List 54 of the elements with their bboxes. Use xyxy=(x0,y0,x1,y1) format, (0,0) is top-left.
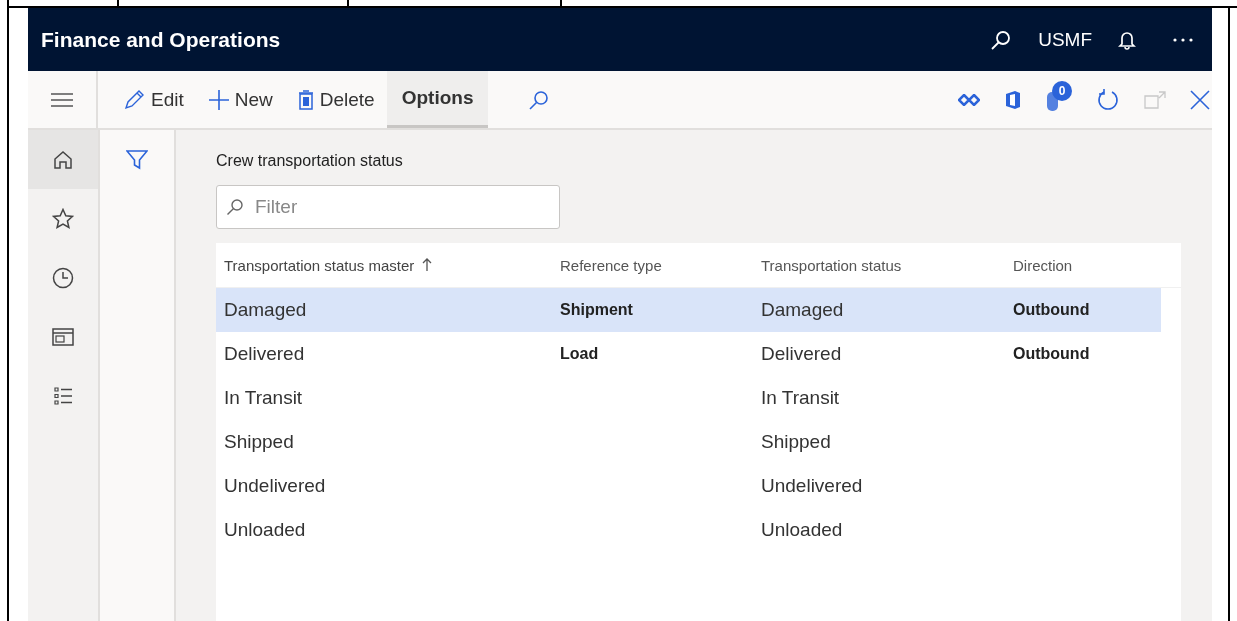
table-row[interactable]: Shipped Shipped xyxy=(216,420,1161,464)
table-row[interactable]: Delivered Load Delivered Outbound xyxy=(216,332,1161,376)
table-cell: In Transit xyxy=(224,387,303,409)
close-icon[interactable] xyxy=(1190,89,1210,110)
table-cell: Damaged xyxy=(224,299,307,321)
table-cell: Outbound xyxy=(1013,345,1090,363)
clock-icon xyxy=(52,266,74,289)
nav-item[interactable] xyxy=(28,130,98,189)
toolbar-button[interactable]: New xyxy=(195,71,285,128)
workspace-icon xyxy=(52,327,74,346)
link-icon[interactable] xyxy=(958,93,980,106)
page-title: Crew transportation status xyxy=(216,152,403,170)
table-cell: Outbound xyxy=(1013,301,1090,319)
table-cell: In Transit xyxy=(761,387,840,409)
app-title[interactable]: Finance and Operations xyxy=(28,27,973,52)
table-row[interactable]: In Transit In Transit xyxy=(216,376,1161,420)
star-icon xyxy=(52,207,74,230)
filter-icon[interactable] xyxy=(126,150,148,170)
table-cell: Delivered xyxy=(224,343,305,365)
table-row[interactable]: Unloaded Unloaded xyxy=(216,508,1161,552)
options-tab[interactable]: Options xyxy=(386,71,489,128)
table-cell: Unloaded xyxy=(224,519,306,541)
bell-icon[interactable] xyxy=(1118,29,1136,50)
column-header[interactable]: Direction xyxy=(1013,256,1073,274)
office-icon[interactable] xyxy=(1004,89,1022,110)
more-icon[interactable] xyxy=(1172,36,1194,43)
company-selector[interactable]: USMF xyxy=(1038,28,1092,51)
filter-field[interactable]: Filter xyxy=(216,185,560,229)
table-cell: Shipment xyxy=(560,301,633,319)
column-header[interactable]: Reference type xyxy=(560,256,662,274)
sort-ascending-icon xyxy=(422,258,433,272)
column-header[interactable]: Transportation status xyxy=(761,256,902,274)
toolbar-button[interactable]: Edit xyxy=(112,71,196,128)
menu-icon[interactable] xyxy=(51,92,73,107)
table-cell: Unloaded xyxy=(761,519,843,541)
home-icon xyxy=(53,149,73,170)
table-cell: Shipped xyxy=(224,431,294,453)
table-cell: Undelivered xyxy=(761,475,863,497)
table-cell: Delivered xyxy=(761,343,842,365)
list-icon xyxy=(53,385,73,406)
table-row[interactable]: Undelivered Undelivered xyxy=(216,464,1161,508)
search-icon[interactable] xyxy=(990,28,1013,51)
table-cell: Load xyxy=(560,345,599,363)
table-cell: Damaged xyxy=(761,299,844,321)
column-header[interactable]: Transportation status master xyxy=(224,256,415,274)
table-row[interactable]: Damaged Shipment Damaged Outbound xyxy=(216,288,1161,332)
refresh-icon[interactable] xyxy=(1096,87,1120,112)
toolbar-button[interactable]: Delete xyxy=(284,71,387,128)
attachment-count-badge: 0 xyxy=(1052,80,1072,101)
table-cell: Undelivered xyxy=(224,475,326,497)
table-cell: Shipped xyxy=(761,431,831,453)
trash-icon xyxy=(296,88,315,111)
pencil-icon xyxy=(124,89,146,110)
plus-icon xyxy=(207,88,230,111)
